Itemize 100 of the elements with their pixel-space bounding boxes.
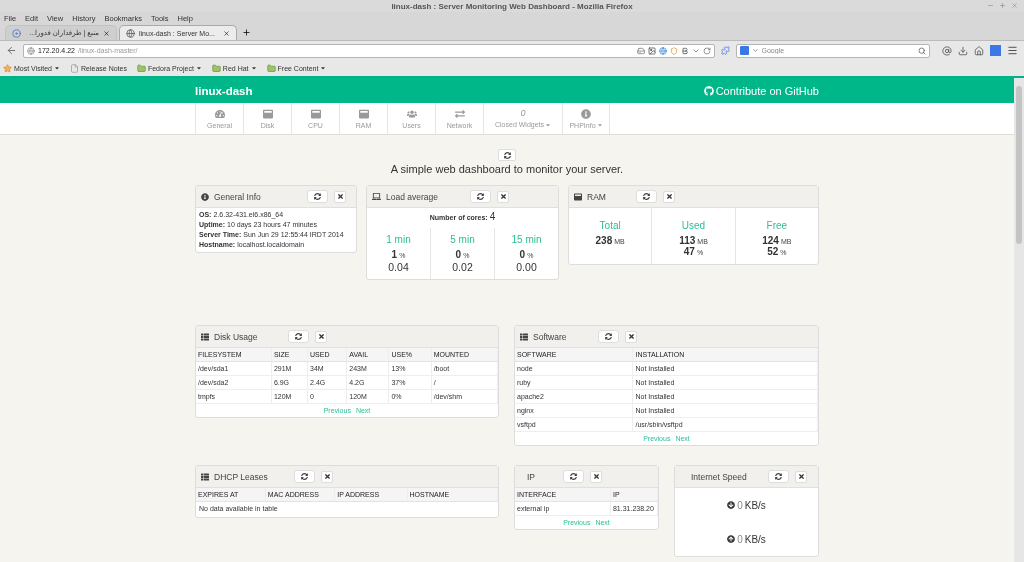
- extension-icon[interactable]: [990, 45, 1002, 56]
- stat-value: 238: [595, 236, 613, 246]
- close-tab-icon[interactable]: [223, 29, 230, 37]
- window-title: linux-dash : Server Monitoring Web Dashboard - Mozilla Firefox: [391, 1, 633, 11]
- bold-icon[interactable]: [680, 46, 689, 55]
- search-icon[interactable]: [918, 46, 927, 55]
- close-button[interactable]: [590, 470, 602, 483]
- window-icon: [574, 192, 582, 201]
- refresh-button[interactable]: [768, 470, 789, 483]
- users-icon: [406, 108, 417, 119]
- widget-title: Load average: [386, 191, 438, 202]
- window-icon: [262, 108, 273, 119]
- widget-title: Software: [533, 331, 567, 342]
- widget-title: DHCP Leases: [214, 471, 268, 482]
- speed-value: 0: [737, 499, 743, 511]
- widget-title: Disk Usage: [214, 331, 258, 342]
- refresh-icon: [643, 193, 650, 200]
- new-tab-icon[interactable]: [242, 28, 251, 37]
- menu-icon[interactable]: [1007, 45, 1019, 56]
- close-button[interactable]: [625, 330, 637, 343]
- stat-label: Free: [766, 220, 788, 231]
- widget-title: Internet Speed: [691, 471, 747, 482]
- refresh-button[interactable]: [498, 149, 516, 161]
- close-icon: [592, 473, 600, 480]
- percent-value: 52: [767, 247, 779, 257]
- refresh-icon: [295, 333, 302, 340]
- download-icon[interactable]: [958, 45, 969, 56]
- period-label: 5 min: [450, 234, 475, 245]
- refresh-icon: [775, 473, 782, 480]
- close-icon: [317, 333, 325, 340]
- period-label: 1 min: [386, 234, 411, 245]
- stat-value: 124: [762, 236, 779, 246]
- cores-value: 4: [489, 211, 496, 222]
- star-icon: [3, 63, 12, 73]
- github-icon: [703, 85, 714, 96]
- page-icon: [70, 63, 79, 73]
- home-icon[interactable]: [974, 45, 985, 56]
- refresh-icon: [503, 151, 511, 159]
- scrollbar-thumb[interactable]: [1016, 86, 1022, 244]
- folder-icon: [211, 63, 221, 73]
- folder-icon: [136, 63, 146, 73]
- widget-title: General Info: [214, 191, 261, 202]
- globe-icon[interactable]: [658, 46, 667, 55]
- refresh-button[interactable]: [563, 470, 584, 483]
- close-icon: [627, 333, 635, 340]
- tab-favicon: [126, 28, 135, 38]
- window-icon: [358, 108, 369, 119]
- brand-title: linux-dash: [195, 84, 253, 97]
- stat-value: 113: [679, 236, 696, 246]
- image-icon[interactable]: [647, 46, 656, 55]
- info-icon: [581, 108, 591, 119]
- refresh-button[interactable]: [307, 190, 328, 203]
- speed-unit: KB/s: [744, 533, 766, 545]
- refresh-button[interactable]: [598, 330, 619, 343]
- window-icon: [310, 108, 321, 119]
- refresh-button[interactable]: [288, 330, 309, 343]
- search-engine-icon[interactable]: [739, 46, 749, 55]
- count-label: 0: [520, 109, 526, 118]
- reload-icon[interactable]: [702, 46, 711, 55]
- tab-favicon: [12, 28, 21, 38]
- refresh-icon: [301, 473, 308, 480]
- gauge-icon: [214, 108, 225, 119]
- load-value: 0.02: [452, 261, 473, 273]
- close-button[interactable]: [795, 470, 807, 483]
- close-button[interactable]: [663, 190, 675, 203]
- back-icon[interactable]: [6, 45, 17, 56]
- close-button[interactable]: [315, 330, 327, 343]
- widget-title: IP: [527, 471, 536, 482]
- close-button[interactable]: [497, 190, 509, 203]
- percent-value: 1: [391, 250, 398, 260]
- refresh-icon: [570, 473, 577, 480]
- stat-label: Total: [599, 220, 621, 231]
- speed-value: 0: [737, 533, 743, 545]
- refresh-button[interactable]: [294, 470, 315, 483]
- list-icon: [201, 472, 209, 481]
- close-button[interactable]: [334, 190, 346, 203]
- arrows-icon: [454, 108, 465, 119]
- percent-value: 0: [455, 250, 462, 260]
- upload-icon: [727, 535, 736, 543]
- refresh-icon: [605, 333, 612, 340]
- speed-unit: KB/s: [744, 499, 766, 511]
- close-tab-icon[interactable]: [103, 29, 110, 37]
- close-icon: [499, 193, 507, 200]
- tagline: A simple web dashboard to monitor your server.: [390, 163, 624, 175]
- stat-label: Used: [681, 220, 706, 231]
- close-icon: [665, 193, 673, 200]
- percent-value: 0: [519, 250, 526, 260]
- laptop-icon: [372, 192, 381, 201]
- percent-value: 47: [683, 247, 695, 257]
- at-sign-icon[interactable]: [942, 45, 953, 56]
- refresh-icon: [314, 193, 321, 200]
- drive-icon[interactable]: [636, 46, 645, 55]
- period-label: 15 min: [511, 234, 542, 245]
- scrollbar[interactable]: [1014, 78, 1024, 562]
- list-icon: [520, 332, 528, 341]
- folder-icon: [266, 63, 276, 73]
- close-icon: [323, 473, 331, 480]
- close-button[interactable]: [321, 470, 333, 483]
- refresh-button[interactable]: [636, 190, 657, 203]
- refresh-button[interactable]: [470, 190, 491, 203]
